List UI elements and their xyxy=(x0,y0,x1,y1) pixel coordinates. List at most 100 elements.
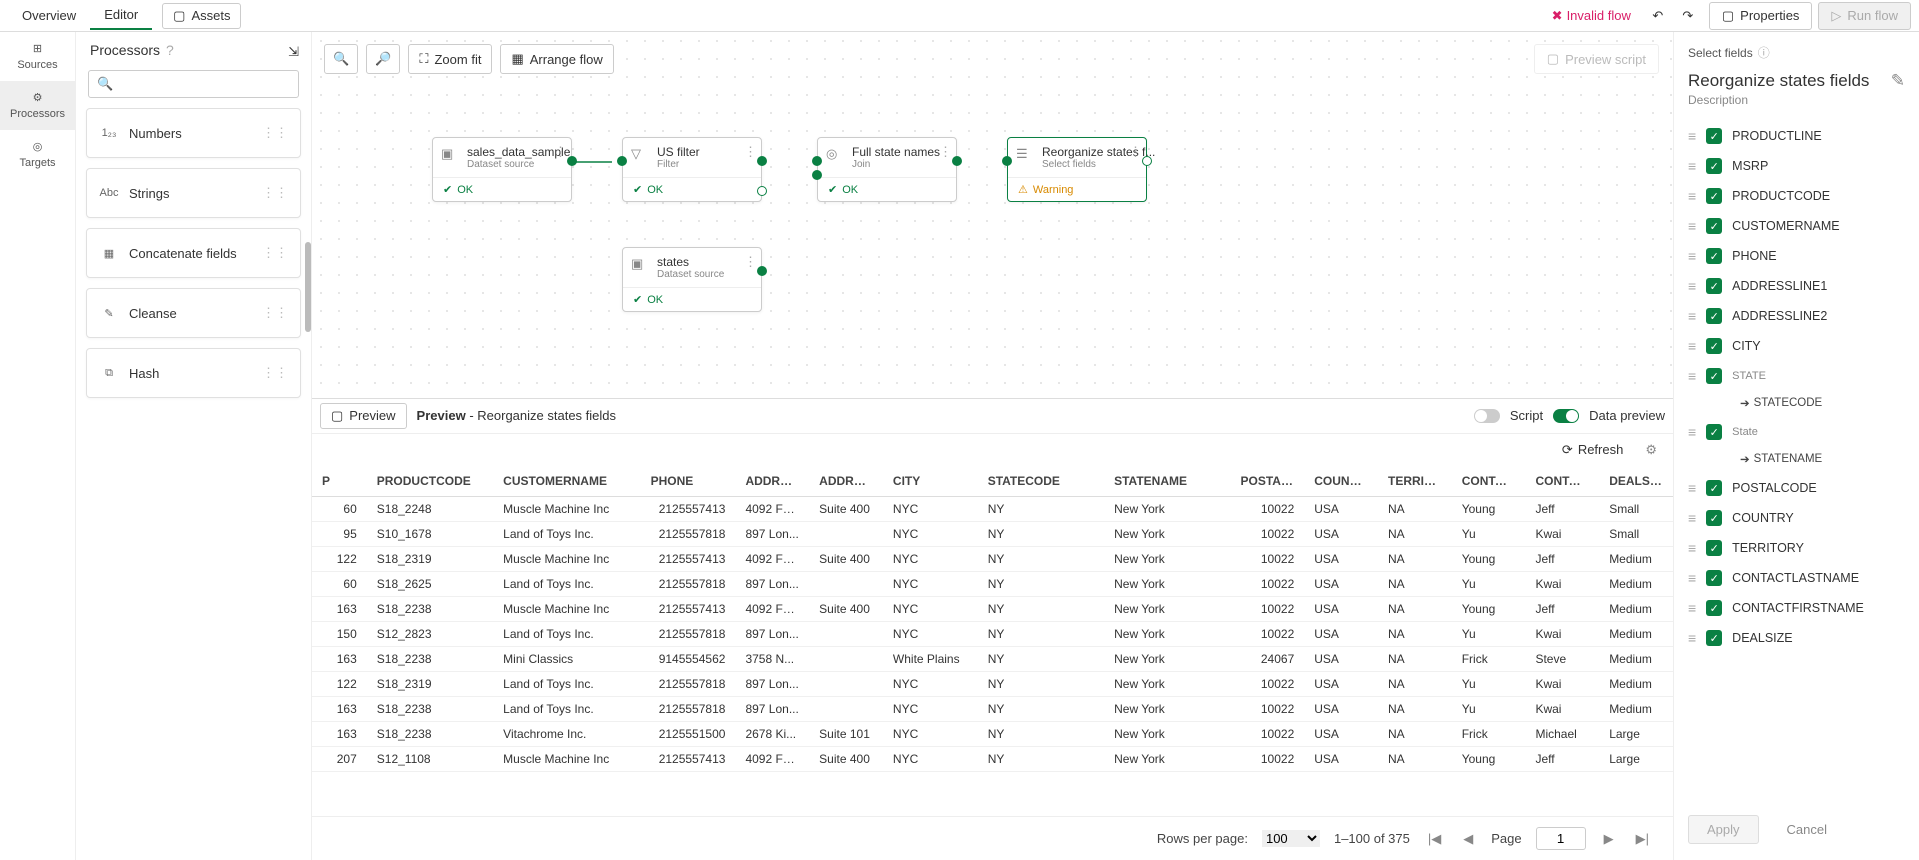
first-page-button[interactable]: |◀ xyxy=(1424,831,1445,847)
field-checkbox[interactable]: ✓ xyxy=(1706,218,1722,234)
field-checkbox[interactable]: ✓ xyxy=(1706,248,1722,264)
drag-handle-icon[interactable]: ≡ xyxy=(1688,424,1696,440)
drag-handle-icon[interactable]: ≡ xyxy=(1688,278,1696,294)
field-checkbox[interactable]: ✓ xyxy=(1706,570,1722,586)
processor-item[interactable]: ▦ Concatenate fields ⋮⋮ xyxy=(86,228,301,278)
tab-editor[interactable]: Editor xyxy=(90,1,152,30)
field-checkbox[interactable]: ✓ xyxy=(1706,630,1722,646)
field-row[interactable]: ≡ ✓ PHONE xyxy=(1688,241,1905,271)
drag-handle-icon[interactable]: ≡ xyxy=(1688,368,1696,384)
table-row[interactable]: 122S18_2319Muscle Machine Inc21255574134… xyxy=(312,546,1673,571)
field-checkbox[interactable]: ✓ xyxy=(1706,480,1722,496)
drag-grip-icon[interactable]: ⋮⋮ xyxy=(262,185,288,201)
tab-overview[interactable]: Overview xyxy=(8,2,90,29)
help-icon[interactable]: ? xyxy=(166,42,174,58)
field-rename-row[interactable]: ≡ ✓ STATE ➔STATECODE xyxy=(1688,361,1905,417)
table-row[interactable]: 60S18_2625Land of Toys Inc.2125557818897… xyxy=(312,571,1673,596)
drag-handle-icon[interactable]: ≡ xyxy=(1688,128,1696,144)
zoom-out-button[interactable]: 🔎 xyxy=(366,44,400,74)
node-menu-icon[interactable]: ⋮ xyxy=(939,144,952,160)
undo-button[interactable]: ↶ xyxy=(1643,2,1673,30)
table-row[interactable]: 95S10_1678Land of Toys Inc.2125557818897… xyxy=(312,521,1673,546)
field-row[interactable]: ≡ ✓ CONTACTFIRSTNAME xyxy=(1688,593,1905,623)
field-checkbox[interactable]: ✓ xyxy=(1706,424,1722,440)
node-menu-icon[interactable]: ⋮ xyxy=(1129,144,1142,160)
table-row[interactable]: 122S18_2319Land of Toys Inc.212555781889… xyxy=(312,671,1673,696)
field-checkbox[interactable]: ✓ xyxy=(1706,368,1722,384)
table-header[interactable]: PRODUCTCODE xyxy=(367,466,493,497)
field-checkbox[interactable]: ✓ xyxy=(1706,600,1722,616)
data-preview-toggle[interactable] xyxy=(1553,409,1579,423)
port-in[interactable] xyxy=(617,156,627,166)
drag-handle-icon[interactable]: ≡ xyxy=(1688,600,1696,616)
drag-grip-icon[interactable]: ⋮⋮ xyxy=(262,125,288,141)
port-out-open[interactable] xyxy=(757,186,767,196)
table-header[interactable]: ADDRESSL xyxy=(809,466,883,497)
port-in[interactable] xyxy=(1002,156,1012,166)
table-header[interactable]: STATECODE xyxy=(978,466,1104,497)
field-checkbox[interactable]: ✓ xyxy=(1706,128,1722,144)
field-checkbox[interactable]: ✓ xyxy=(1706,278,1722,294)
port-out-open[interactable] xyxy=(1142,156,1152,166)
table-header[interactable]: STATENAME xyxy=(1104,466,1230,497)
field-checkbox[interactable]: ✓ xyxy=(1706,158,1722,174)
field-row[interactable]: ≡ ✓ POSTALCODE xyxy=(1688,473,1905,503)
port-in-2[interactable] xyxy=(812,170,822,180)
table-row[interactable]: 150S12_2823Land of Toys Inc.212555781889… xyxy=(312,621,1673,646)
field-checkbox[interactable]: ✓ xyxy=(1706,338,1722,354)
drag-handle-icon[interactable]: ≡ xyxy=(1688,570,1696,586)
field-rename-row[interactable]: ≡ ✓ State ➔STATENAME xyxy=(1688,417,1905,473)
field-checkbox[interactable]: ✓ xyxy=(1706,540,1722,556)
drag-handle-icon[interactable]: ≡ xyxy=(1688,480,1696,496)
drag-handle-icon[interactable]: ≡ xyxy=(1688,158,1696,174)
table-header[interactable]: POSTALCO xyxy=(1231,466,1305,497)
drag-handle-icon[interactable]: ≡ xyxy=(1688,510,1696,526)
zoom-in-button[interactable]: 🔍 xyxy=(324,44,358,74)
processor-item[interactable]: Abc Strings ⋮⋮ xyxy=(86,168,301,218)
table-row[interactable]: 163S18_2238Muscle Machine Inc21255574134… xyxy=(312,596,1673,621)
node-states[interactable]: ▣ states Dataset source ⋮ ✔OK xyxy=(622,247,762,312)
drag-grip-icon[interactable]: ⋮⋮ xyxy=(262,245,288,261)
processor-item[interactable]: ✎ Cleanse ⋮⋮ xyxy=(86,288,301,338)
table-header[interactable]: CITY xyxy=(883,466,978,497)
port-out[interactable] xyxy=(952,156,962,166)
table-header[interactable]: CUSTOMERNAME xyxy=(493,466,640,497)
rail-targets[interactable]: ◎ Targets xyxy=(0,130,75,179)
flow-canvas[interactable]: 🔍 🔎 ⛶ Zoom fit ▦ Arrange flow ▢ Preview … xyxy=(312,32,1673,398)
field-checkbox[interactable]: ✓ xyxy=(1706,510,1722,526)
port-out[interactable] xyxy=(567,156,577,166)
table-header[interactable]: P xyxy=(312,466,367,497)
node-reorganize-states-fields[interactable]: ☰ Reorganize states f... Select fields ⋮… xyxy=(1007,137,1147,202)
drag-grip-icon[interactable]: ⋮⋮ xyxy=(262,365,288,381)
info-icon[interactable]: ⓘ xyxy=(1758,44,1770,61)
edit-icon[interactable]: ✎ xyxy=(1891,71,1905,91)
drag-handle-icon[interactable]: ≡ xyxy=(1688,540,1696,556)
field-row[interactable]: ≡ ✓ CUSTOMERNAME xyxy=(1688,211,1905,241)
zoom-fit-button[interactable]: ⛶ Zoom fit xyxy=(408,44,492,74)
refresh-button[interactable]: ⟳ Refresh xyxy=(1554,438,1631,462)
rail-sources[interactable]: ⊞ Sources xyxy=(0,32,75,81)
port-out[interactable] xyxy=(757,156,767,166)
field-row[interactable]: ≡ ✓ CONTACTLASTNAME xyxy=(1688,563,1905,593)
table-row[interactable]: 163S18_2238Land of Toys Inc.212555781889… xyxy=(312,696,1673,721)
node-full-state-names[interactable]: ◎ Full state names Join ⋮ ✔OK xyxy=(817,137,957,202)
drag-handle-icon[interactable]: ≡ xyxy=(1688,248,1696,264)
table-row[interactable]: 163S18_2238Vitachrome Inc.21255515002678… xyxy=(312,721,1673,746)
table-header[interactable]: PHONE xyxy=(641,466,736,497)
field-checkbox[interactable]: ✓ xyxy=(1706,308,1722,324)
cancel-button[interactable]: Cancel xyxy=(1769,815,1845,844)
last-page-button[interactable]: ▶| xyxy=(1632,831,1653,847)
table-header[interactable]: CONTACTL xyxy=(1452,466,1526,497)
table-row[interactable]: 207S12_1108Muscle Machine Inc21255574134… xyxy=(312,746,1673,771)
table-header[interactable]: CONTACTF xyxy=(1525,466,1599,497)
table-header[interactable]: COUNTRY xyxy=(1304,466,1378,497)
table-row[interactable]: 163S18_2238Mini Classics91455545623758 N… xyxy=(312,646,1673,671)
arrange-flow-button[interactable]: ▦ Arrange flow xyxy=(500,44,613,74)
field-row[interactable]: ≡ ✓ DEALSIZE xyxy=(1688,623,1905,653)
properties-button[interactable]: ▢ Properties xyxy=(1709,2,1813,30)
table-header[interactable]: TERRITORY xyxy=(1378,466,1452,497)
redo-button[interactable]: ↷ xyxy=(1673,2,1703,30)
collapse-icon[interactable]: ⇲ xyxy=(288,44,299,60)
script-toggle[interactable] xyxy=(1474,409,1500,423)
prev-page-button[interactable]: ◀ xyxy=(1459,831,1477,847)
